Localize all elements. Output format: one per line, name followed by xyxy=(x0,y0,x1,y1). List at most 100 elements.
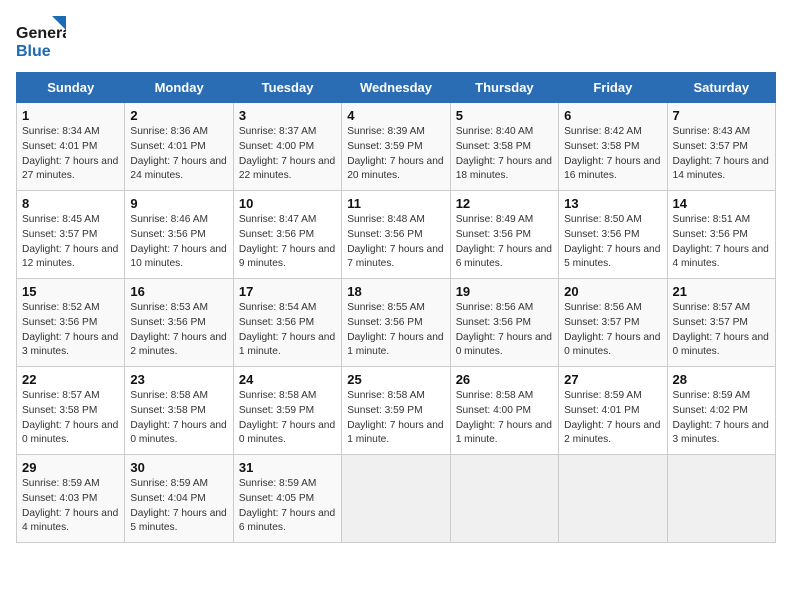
day-number: 9 xyxy=(130,196,227,211)
calendar-cell: 15 Sunrise: 8:52 AMSunset: 3:56 PMDayligh… xyxy=(17,279,125,367)
day-number: 20 xyxy=(564,284,661,299)
cell-details: Sunrise: 8:37 AMSunset: 4:00 PMDaylight:… xyxy=(239,125,336,184)
day-number: 25 xyxy=(347,372,444,387)
calendar-week-5: 29 Sunrise: 8:59 AMSunset: 4:03 PMDayligh… xyxy=(17,455,776,543)
day-number: 24 xyxy=(239,372,336,387)
calendar-week-1: 1 Sunrise: 8:34 AMSunset: 4:01 PMDaylight… xyxy=(17,103,776,191)
day-number: 17 xyxy=(239,284,336,299)
calendar-cell: 24 Sunrise: 8:58 AMSunset: 3:59 PMDayligh… xyxy=(233,367,341,455)
calendar-cell: 13Sunrise: 8:50 AMSunset: 3:56 PMDayligh… xyxy=(559,191,667,279)
calendar-cell: 30 Sunrise: 8:59 AMSunset: 4:04 PMDayligh… xyxy=(125,455,233,543)
day-number: 8 xyxy=(22,196,119,211)
calendar-cell: 31 Sunrise: 8:59 AMSunset: 4:05 PMDayligh… xyxy=(233,455,341,543)
cell-details: Sunrise: 8:57 AMSunset: 3:58 PMDaylight:… xyxy=(22,389,119,448)
cell-details: Sunrise: 8:55 AMSunset: 3:56 PMDaylight:… xyxy=(347,301,444,360)
calendar-cell: 6 Sunrise: 8:42 AMSunset: 3:58 PMDaylight… xyxy=(559,103,667,191)
day-number: 15 xyxy=(22,284,119,299)
header: GeneralBlue xyxy=(16,16,776,62)
cell-details: Sunrise: 8:58 AMSunset: 4:00 PMDaylight:… xyxy=(456,389,553,448)
calendar-cell: 9 Sunrise: 8:46 AMSunset: 3:56 PMDaylight… xyxy=(125,191,233,279)
calendar-header: SundayMondayTuesdayWednesdayThursdayFrid… xyxy=(17,73,776,103)
cell-details: Sunrise: 8:58 AMSunset: 3:58 PMDaylight:… xyxy=(130,389,227,448)
weekday-header-row: SundayMondayTuesdayWednesdayThursdayFrid… xyxy=(17,73,776,103)
day-number: 19 xyxy=(456,284,553,299)
day-number: 5 xyxy=(456,108,553,123)
day-number: 30 xyxy=(130,460,227,475)
day-number: 27 xyxy=(564,372,661,387)
calendar-week-3: 15 Sunrise: 8:52 AMSunset: 3:56 PMDayligh… xyxy=(17,279,776,367)
weekday-header-sunday: Sunday xyxy=(17,73,125,103)
cell-details: Sunrise: 8:49 AMSunset: 3:56 PMDaylight:… xyxy=(456,213,553,272)
day-number: 4 xyxy=(347,108,444,123)
cell-details: Sunrise: 8:56 AMSunset: 3:57 PMDaylight:… xyxy=(564,301,661,360)
cell-details: Sunrise: 8:39 AMSunset: 3:59 PMDaylight:… xyxy=(347,125,444,184)
calendar-cell: 1 Sunrise: 8:34 AMSunset: 4:01 PMDaylight… xyxy=(17,103,125,191)
cell-details: Sunrise: 8:50 AMSunset: 3:56 PMDaylight:… xyxy=(564,213,661,272)
day-number: 1 xyxy=(22,108,119,123)
weekday-header-saturday: Saturday xyxy=(667,73,775,103)
cell-details: Sunrise: 8:58 AMSunset: 3:59 PMDaylight:… xyxy=(347,389,444,448)
day-number: 2 xyxy=(130,108,227,123)
cell-details: Sunrise: 8:58 AMSunset: 3:59 PMDaylight:… xyxy=(239,389,336,448)
cell-details: Sunrise: 8:46 AMSunset: 3:56 PMDaylight:… xyxy=(130,213,227,272)
day-number: 11 xyxy=(347,196,444,211)
calendar-cell xyxy=(342,455,450,543)
svg-text:Blue: Blue xyxy=(16,43,51,60)
calendar-cell: 12 Sunrise: 8:49 AMSunset: 3:56 PMDayligh… xyxy=(450,191,558,279)
calendar-cell: 28Sunrise: 8:59 AMSunset: 4:02 PMDayligh… xyxy=(667,367,775,455)
cell-details: Sunrise: 8:42 AMSunset: 3:58 PMDaylight:… xyxy=(564,125,661,184)
day-number: 22 xyxy=(22,372,119,387)
calendar-cell: 19 Sunrise: 8:56 AMSunset: 3:56 PMDayligh… xyxy=(450,279,558,367)
calendar-cell: 22 Sunrise: 8:57 AMSunset: 3:58 PMDayligh… xyxy=(17,367,125,455)
calendar-cell: 11 Sunrise: 8:48 AMSunset: 3:56 PMDayligh… xyxy=(342,191,450,279)
cell-details: Sunrise: 8:53 AMSunset: 3:56 PMDaylight:… xyxy=(130,301,227,360)
day-number: 29 xyxy=(22,460,119,475)
calendar-week-2: 8 Sunrise: 8:45 AMSunset: 3:57 PMDaylight… xyxy=(17,191,776,279)
day-number: 10 xyxy=(239,196,336,211)
calendar-cell: 17 Sunrise: 8:54 AMSunset: 3:56 PMDayligh… xyxy=(233,279,341,367)
calendar-cell: 21Sunrise: 8:57 AMSunset: 3:57 PMDayligh… xyxy=(667,279,775,367)
calendar-table: SundayMondayTuesdayWednesdayThursdayFrid… xyxy=(16,72,776,543)
calendar-body: 1 Sunrise: 8:34 AMSunset: 4:01 PMDaylight… xyxy=(17,103,776,543)
calendar-cell: 3Sunrise: 8:37 AMSunset: 4:00 PMDaylight… xyxy=(233,103,341,191)
cell-details: Sunrise: 8:52 AMSunset: 3:56 PMDaylight:… xyxy=(22,301,119,360)
weekday-header-thursday: Thursday xyxy=(450,73,558,103)
calendar-cell: 5 Sunrise: 8:40 AMSunset: 3:58 PMDaylight… xyxy=(450,103,558,191)
day-number: 7 xyxy=(673,108,770,123)
svg-text:General: General xyxy=(16,25,66,42)
logo-svg: GeneralBlue xyxy=(16,16,66,62)
calendar-cell: 14Sunrise: 8:51 AMSunset: 3:56 PMDayligh… xyxy=(667,191,775,279)
calendar-cell: 10 Sunrise: 8:47 AMSunset: 3:56 PMDayligh… xyxy=(233,191,341,279)
calendar-cell xyxy=(667,455,775,543)
cell-details: Sunrise: 8:59 AMSunset: 4:03 PMDaylight:… xyxy=(22,477,119,536)
cell-details: Sunrise: 8:40 AMSunset: 3:58 PMDaylight:… xyxy=(456,125,553,184)
calendar-cell: 8 Sunrise: 8:45 AMSunset: 3:57 PMDaylight… xyxy=(17,191,125,279)
cell-details: Sunrise: 8:59 AMSunset: 4:04 PMDaylight:… xyxy=(130,477,227,536)
calendar-cell: 2Sunrise: 8:36 AMSunset: 4:01 PMDaylight… xyxy=(125,103,233,191)
calendar-cell: 26 Sunrise: 8:58 AMSunset: 4:00 PMDayligh… xyxy=(450,367,558,455)
calendar-cell: 29 Sunrise: 8:59 AMSunset: 4:03 PMDayligh… xyxy=(17,455,125,543)
weekday-header-wednesday: Wednesday xyxy=(342,73,450,103)
day-number: 31 xyxy=(239,460,336,475)
calendar-cell: 4 Sunrise: 8:39 AMSunset: 3:59 PMDaylight… xyxy=(342,103,450,191)
calendar-cell: 18Sunrise: 8:55 AMSunset: 3:56 PMDayligh… xyxy=(342,279,450,367)
cell-details: Sunrise: 8:34 AMSunset: 4:01 PMDaylight:… xyxy=(22,125,119,184)
cell-details: Sunrise: 8:45 AMSunset: 3:57 PMDaylight:… xyxy=(22,213,119,272)
cell-details: Sunrise: 8:47 AMSunset: 3:56 PMDaylight:… xyxy=(239,213,336,272)
cell-details: Sunrise: 8:54 AMSunset: 3:56 PMDaylight:… xyxy=(239,301,336,360)
weekday-header-monday: Monday xyxy=(125,73,233,103)
calendar-cell: 16Sunrise: 8:53 AMSunset: 3:56 PMDayligh… xyxy=(125,279,233,367)
day-number: 26 xyxy=(456,372,553,387)
calendar-week-4: 22 Sunrise: 8:57 AMSunset: 3:58 PMDayligh… xyxy=(17,367,776,455)
calendar-cell: 27 Sunrise: 8:59 AMSunset: 4:01 PMDayligh… xyxy=(559,367,667,455)
cell-details: Sunrise: 8:51 AMSunset: 3:56 PMDaylight:… xyxy=(673,213,770,272)
cell-details: Sunrise: 8:56 AMSunset: 3:56 PMDaylight:… xyxy=(456,301,553,360)
cell-details: Sunrise: 8:59 AMSunset: 4:01 PMDaylight:… xyxy=(564,389,661,448)
day-number: 6 xyxy=(564,108,661,123)
weekday-header-tuesday: Tuesday xyxy=(233,73,341,103)
weekday-header-friday: Friday xyxy=(559,73,667,103)
day-number: 12 xyxy=(456,196,553,211)
cell-details: Sunrise: 8:48 AMSunset: 3:56 PMDaylight:… xyxy=(347,213,444,272)
cell-details: Sunrise: 8:59 AMSunset: 4:05 PMDaylight:… xyxy=(239,477,336,536)
calendar-cell: 25 Sunrise: 8:58 AMSunset: 3:59 PMDayligh… xyxy=(342,367,450,455)
